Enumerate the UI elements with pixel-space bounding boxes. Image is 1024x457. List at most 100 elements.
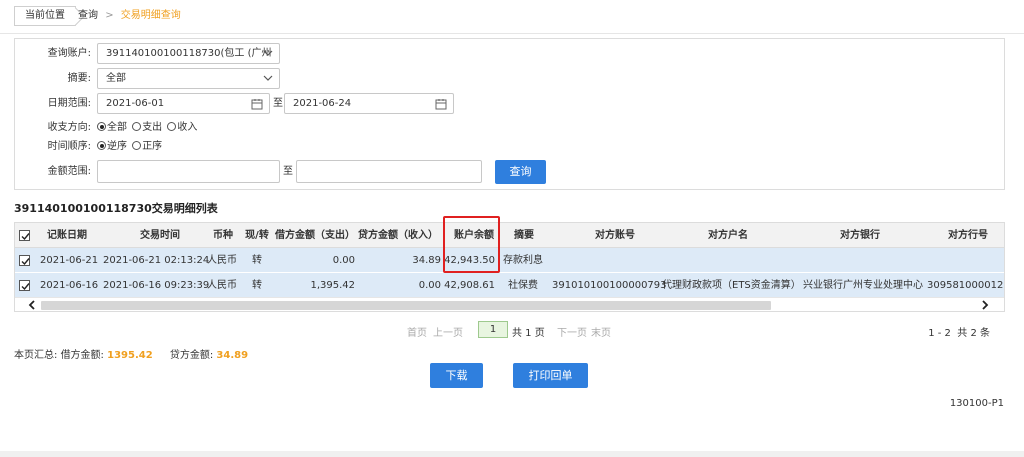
check-icon: [21, 233, 30, 241]
account-row: 查询账户: 391140100100118730(包工 (广州: [15, 43, 1004, 65]
table-header: 记账日期 交易时间 币种 现/转 借方金额（支出） 贷方金额（收入） 账户余额 …: [15, 223, 1004, 248]
query-panel: 查询账户: 391140100100118730(包工 (广州 摘要: 全部 日…: [14, 38, 1005, 190]
search-button[interactable]: 查询: [495, 160, 546, 184]
col-header-trans-time[interactable]: 交易时间: [103, 223, 217, 248]
download-button[interactable]: 下载: [430, 363, 483, 388]
radio-empty-icon: [167, 122, 177, 131]
summary-row: 摘要: 全部: [15, 68, 1004, 90]
breadcrumb: 当前位置 查询 > 交易明细查询: [0, 0, 1024, 34]
cell-trans-time: 2021-06-21 02:13:24: [103, 255, 210, 266]
chevron-down-icon: [263, 75, 273, 81]
chevron-down-icon: [263, 50, 273, 56]
amount-row: 金额范围: 至 查询: [15, 160, 1004, 184]
cell-post-date: 2021-06-16: [40, 280, 99, 291]
pagination: 首页 上一页 1 共 1 页 下一页 末页 1 - 2 共 2 条: [0, 320, 1024, 340]
date-row: 日期范围: 2021-06-01 至 2021-06-24: [15, 93, 1004, 115]
list-title: 391140100100118730交易明细列表: [14, 202, 218, 215]
pager-last[interactable]: 末页: [591, 324, 611, 339]
order-radio-asc[interactable]: 正序: [132, 141, 162, 152]
pager-prev[interactable]: 上一页: [433, 324, 463, 339]
calendar-icon[interactable]: [251, 98, 263, 110]
col-header-balance[interactable]: 账户余额: [446, 223, 502, 248]
account-select[interactable]: 391140100100118730(包工 (广州: [97, 43, 280, 64]
order-radio-desc[interactable]: 逆序: [97, 141, 127, 152]
direction-radio-all[interactable]: 全部: [97, 122, 127, 133]
summary-select-value: 全部: [106, 73, 126, 84]
cell-cash-transfer: 转: [252, 255, 262, 266]
breadcrumb-query-link[interactable]: 查询: [78, 10, 98, 21]
cell-summary: 社保费: [508, 280, 538, 291]
col-header-currency[interactable]: 币种: [208, 223, 238, 248]
chevron-left-icon[interactable]: [27, 300, 37, 310]
col-header-summary[interactable]: 摘要: [505, 223, 543, 248]
col-header-cash-transfer[interactable]: 现/转: [241, 223, 273, 248]
radio-empty-icon: [132, 141, 142, 150]
cell-debit: 0.00: [332, 255, 355, 266]
breadcrumb-separator: >: [105, 10, 114, 21]
pager-current-page[interactable]: 1: [478, 321, 508, 338]
chevron-right-icon[interactable]: [980, 300, 990, 310]
order-label: 时间顺序:: [47, 141, 91, 152]
summary-credit-value: 34.89: [216, 350, 249, 361]
pager-next[interactable]: 下一页: [557, 324, 587, 339]
col-header-counter-bank[interactable]: 对方银行: [795, 223, 925, 248]
amount-to-word: 至: [283, 166, 293, 177]
col-header-debit[interactable]: 借方金额（支出）: [273, 223, 357, 248]
col-header-counter-account[interactable]: 对方账号: [555, 223, 675, 248]
date-to-word: 至: [273, 98, 283, 109]
print-receipt-button[interactable]: 打印回单: [513, 363, 588, 388]
table-row[interactable]: 2021-06-16 2021-06-16 09:23:39 人民币 转 1,3…: [15, 273, 1004, 298]
cell-credit: 0.00: [418, 280, 441, 291]
direction-radio-expense[interactable]: 支出: [132, 122, 162, 133]
check-icon: [21, 283, 30, 291]
date-from-value: 2021-06-01: [106, 98, 165, 109]
cell-counter-account: 391010100100000793: [552, 280, 667, 291]
cell-currency: 人民币: [207, 280, 237, 291]
bottom-strip: [0, 451, 1024, 457]
radio-checked-icon: [97, 141, 106, 150]
breadcrumb-path: 查询 > 交易明细查询: [78, 10, 181, 22]
summary-debit-value: 1395.42: [107, 350, 153, 361]
col-header-credit[interactable]: 贷方金额（收入）: [355, 223, 441, 248]
breadcrumb-current: 交易明细查询: [120, 10, 181, 21]
cell-counter-name: 代理财政款项（ETS资金清算）: [662, 280, 800, 291]
calendar-icon[interactable]: [435, 98, 447, 110]
date-from-input[interactable]: 2021-06-01: [97, 93, 270, 114]
amount-from-input[interactable]: [97, 160, 280, 183]
date-to-input[interactable]: 2021-06-24: [284, 93, 454, 114]
cell-currency: 人民币: [207, 255, 237, 266]
summary-debit-label: 借方金额:: [60, 350, 104, 361]
pager-range-total: 1 - 2 共 2 条: [928, 328, 990, 339]
cell-summary: 存款利息: [503, 255, 543, 266]
col-header-counter-bank-no[interactable]: 对方行号: [930, 223, 1004, 248]
order-row: 时间顺序: 逆序 正序: [15, 136, 1004, 158]
row-checkbox[interactable]: [19, 255, 30, 266]
cell-balance: 42,943.50: [444, 255, 495, 266]
col-header-post-date[interactable]: 记账日期: [37, 223, 97, 248]
summary-label: 摘要:: [67, 73, 91, 84]
direction-radio-income[interactable]: 收入: [167, 122, 197, 133]
cell-debit: 1,395.42: [310, 280, 355, 291]
select-all-checkbox[interactable]: [19, 230, 30, 241]
cell-credit: 34.89: [412, 255, 441, 266]
horizontal-scrollbar[interactable]: [15, 297, 1004, 311]
summary-select[interactable]: 全部: [97, 68, 280, 89]
transaction-table: 记账日期 交易时间 币种 现/转 借方金额（支出） 贷方金额（收入） 账户余额 …: [14, 222, 1005, 312]
order-radio-group: 逆序 正序: [97, 136, 164, 158]
pager-first[interactable]: 首页: [407, 324, 427, 339]
account-label: 查询账户:: [47, 48, 91, 59]
table-row[interactable]: 2021-06-21 2021-06-21 02:13:24 人民币 转 0.0…: [15, 248, 1004, 273]
breadcrumb-location-tag: 当前位置: [14, 6, 76, 26]
page-code: 130100-P1: [949, 398, 1004, 409]
account-select-value: 391140100100118730(包工 (广州: [106, 48, 272, 59]
amount-to-input[interactable]: [296, 160, 482, 183]
date-label: 日期范围:: [47, 98, 91, 109]
cell-counter-bank: 兴业银行广州专业处理中心: [803, 280, 923, 291]
date-to-value: 2021-06-24: [293, 98, 352, 109]
row-checkbox[interactable]: [19, 280, 30, 291]
page-summary: 本页汇总: 借方金额: 1395.42 贷方金额: 34.89: [14, 346, 262, 361]
pager-total-pages: 共 1 页: [512, 328, 545, 339]
col-header-counter-name[interactable]: 对方户名: [663, 223, 793, 248]
scrollbar-thumb[interactable]: [41, 301, 771, 310]
cell-trans-time: 2021-06-16 09:23:39: [103, 280, 210, 291]
